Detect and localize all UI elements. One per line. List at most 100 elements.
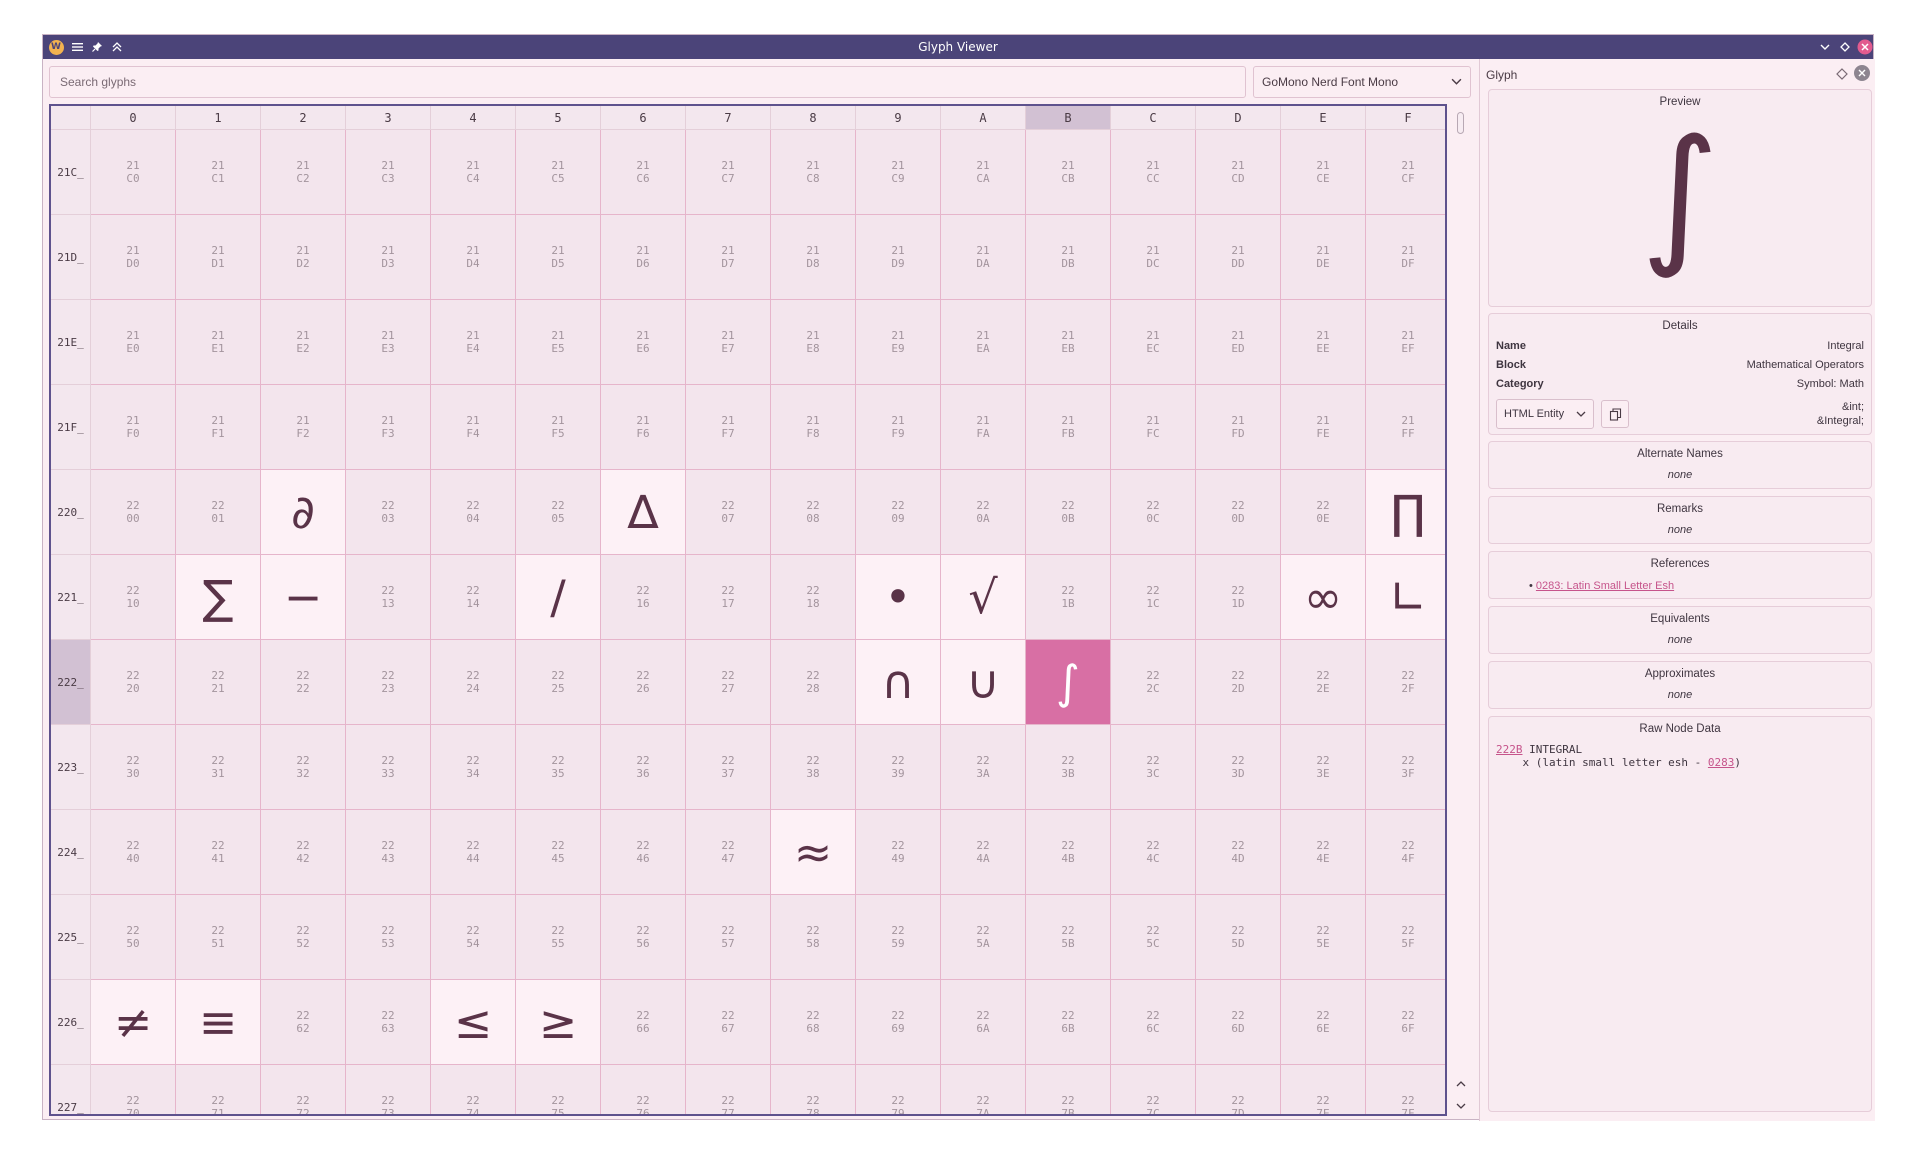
glyph-cell[interactable]: 22 2C [1111, 640, 1196, 725]
glyph-cell[interactable]: 22 44 [431, 810, 516, 895]
glyph-cell[interactable]: 22 78 [771, 1065, 856, 1114]
glyph-cell[interactable]: 22 76 [601, 1065, 686, 1114]
glyph-cell[interactable]: 21 F7 [686, 385, 771, 470]
glyph-cell[interactable]: 22 73 [346, 1065, 431, 1114]
glyph-cell[interactable]: 22 6A [941, 980, 1026, 1065]
glyph-cell[interactable]: 22 6F [1366, 980, 1445, 1065]
glyph-cell[interactable]: 22 6E [1281, 980, 1366, 1065]
glyph-cell[interactable]: 22 27 [686, 640, 771, 725]
glyph-cell[interactable]: 22 4B [1026, 810, 1111, 895]
glyph-cell[interactable]: • [856, 555, 941, 640]
glyph-cell[interactable]: 22 59 [856, 895, 941, 980]
glyph-cell[interactable]: 22 3D [1196, 725, 1281, 810]
glyph-cell[interactable]: ≡ [176, 980, 261, 1065]
glyph-cell[interactable]: 22 5F [1366, 895, 1445, 980]
glyph-cell[interactable]: 22 7E [1281, 1065, 1366, 1114]
glyph-cell[interactable]: 21 E5 [516, 300, 601, 385]
glyph-cell[interactable]: 21 F2 [261, 385, 346, 470]
glyph-cell[interactable]: 21 DD [1196, 215, 1281, 300]
glyph-cell[interactable]: 21 D6 [601, 215, 686, 300]
glyph-cell[interactable]: 21 CA [941, 130, 1026, 215]
glyph-cell[interactable]: 22 55 [516, 895, 601, 980]
glyph-cell[interactable]: 22 14 [431, 555, 516, 640]
glyph-cell[interactable]: 22 4D [1196, 810, 1281, 895]
glyph-cell[interactable]: ∆ [601, 470, 686, 555]
glyph-cell[interactable]: ∏ [1366, 470, 1445, 555]
glyph-cell[interactable]: 22 05 [516, 470, 601, 555]
glyph-cell[interactable]: 22 30 [91, 725, 176, 810]
glyph-cell[interactable]: 22 75 [516, 1065, 601, 1114]
glyph-cell[interactable]: 22 68 [771, 980, 856, 1065]
raw-code-link[interactable]: 222B [1496, 743, 1523, 756]
glyph-cell[interactable]: 22 2F [1366, 640, 1445, 725]
glyph-cell[interactable]: 22 7B [1026, 1065, 1111, 1114]
glyph-cell[interactable]: 21 E4 [431, 300, 516, 385]
glyph-cell[interactable]: 21 D0 [91, 215, 176, 300]
glyph-cell[interactable]: 22 53 [346, 895, 431, 980]
glyph-cell[interactable]: 21 EE [1281, 300, 1366, 385]
glyph-cell[interactable]: 21 C5 [516, 130, 601, 215]
glyph-cell[interactable]: 22 7D [1196, 1065, 1281, 1114]
glyph-cell[interactable]: 22 3E [1281, 725, 1366, 810]
glyph-cell[interactable]: 22 22 [261, 640, 346, 725]
glyph-cell[interactable]: 22 52 [261, 895, 346, 980]
glyph-cell[interactable]: 22 77 [686, 1065, 771, 1114]
glyph-cell[interactable]: √ [941, 555, 1026, 640]
glyph-cell[interactable]: 21 D3 [346, 215, 431, 300]
glyph-cell[interactable]: 22 7F [1366, 1065, 1445, 1114]
glyph-cell[interactable]: 22 3B [1026, 725, 1111, 810]
glyph-cell[interactable]: 21 FC [1111, 385, 1196, 470]
glyph-cell[interactable]: 22 45 [516, 810, 601, 895]
glyph-cell[interactable]: 21 C1 [176, 130, 261, 215]
glyph-cell[interactable]: 22 3F [1366, 725, 1445, 810]
glyph-cell[interactable]: 22 74 [431, 1065, 516, 1114]
glyph-cell[interactable]: 22 6B [1026, 980, 1111, 1065]
glyph-cell[interactable]: 21 CD [1196, 130, 1281, 215]
glyph-cell[interactable]: 22 4F [1366, 810, 1445, 895]
glyph-cell[interactable]: 22 70 [91, 1065, 176, 1114]
glyph-cell[interactable]: 22 0E [1281, 470, 1366, 555]
glyph-cell[interactable]: 21 C4 [431, 130, 516, 215]
glyph-cell[interactable]: 22 10 [91, 555, 176, 640]
glyph-cell[interactable]: 22 34 [431, 725, 516, 810]
float-icon[interactable] [1835, 67, 1849, 81]
glyph-cell[interactable]: 22 56 [601, 895, 686, 980]
glyph-cell[interactable]: 21 E2 [261, 300, 346, 385]
glyph-cell[interactable]: 22 6C [1111, 980, 1196, 1065]
glyph-cell[interactable]: 22 0A [941, 470, 1026, 555]
glyph-cell[interactable]: 21 E8 [771, 300, 856, 385]
search-input[interactable]: Search glyphs [49, 66, 1246, 98]
glyph-cell[interactable]: ∕ [516, 555, 601, 640]
glyph-cell[interactable]: 22 51 [176, 895, 261, 980]
glyph-cell[interactable]: ≤ [431, 980, 516, 1065]
glyph-grid[interactable]: 0 1 2 3 4 5 6 7 8 9 A B C D E F 21C_ 21 C0 21 C1 21 C2 21 C3… [49, 104, 1447, 1116]
glyph-cell[interactable]: 21 E9 [856, 300, 941, 385]
glyph-cell[interactable]: 21 D7 [686, 215, 771, 300]
glyph-cell[interactable]: 21 D8 [771, 215, 856, 300]
glyph-cell[interactable]: ∑ [176, 555, 261, 640]
glyph-cell[interactable]: − [261, 555, 346, 640]
glyph-cell[interactable]: 22 20 [91, 640, 176, 725]
glyph-cell[interactable]: 21 C2 [261, 130, 346, 215]
glyph-cell[interactable]: 22 71 [176, 1065, 261, 1114]
glyph-cell[interactable]: 22 0D [1196, 470, 1281, 555]
glyph-cell[interactable]: 21 F9 [856, 385, 941, 470]
glyph-cell[interactable]: 22 7A [941, 1065, 1026, 1114]
glyph-cell[interactable]: 21 F6 [601, 385, 686, 470]
glyph-cell[interactable]: 22 21 [176, 640, 261, 725]
glyph-cell[interactable]: 22 50 [91, 895, 176, 980]
glyph-cell[interactable]: 22 37 [686, 725, 771, 810]
glyph-cell[interactable]: 22 0C [1111, 470, 1196, 555]
glyph-cell[interactable]: 22 42 [261, 810, 346, 895]
glyph-cell[interactable]: 22 4E [1281, 810, 1366, 895]
glyph-cell[interactable]: 21 DC [1111, 215, 1196, 300]
glyph-cell[interactable]: 22 62 [261, 980, 346, 1065]
glyph-cell[interactable]: 21 E6 [601, 300, 686, 385]
glyph-cell[interactable]: 21 C7 [686, 130, 771, 215]
glyph-cell[interactable]: 21 FE [1281, 385, 1366, 470]
glyph-cell[interactable]: 22 28 [771, 640, 856, 725]
glyph-cell[interactable]: 22 08 [771, 470, 856, 555]
glyph-cell[interactable]: ∂ [261, 470, 346, 555]
glyph-cell[interactable]: 22 1D [1196, 555, 1281, 640]
glyph-cell[interactable]: 22 5C [1111, 895, 1196, 980]
